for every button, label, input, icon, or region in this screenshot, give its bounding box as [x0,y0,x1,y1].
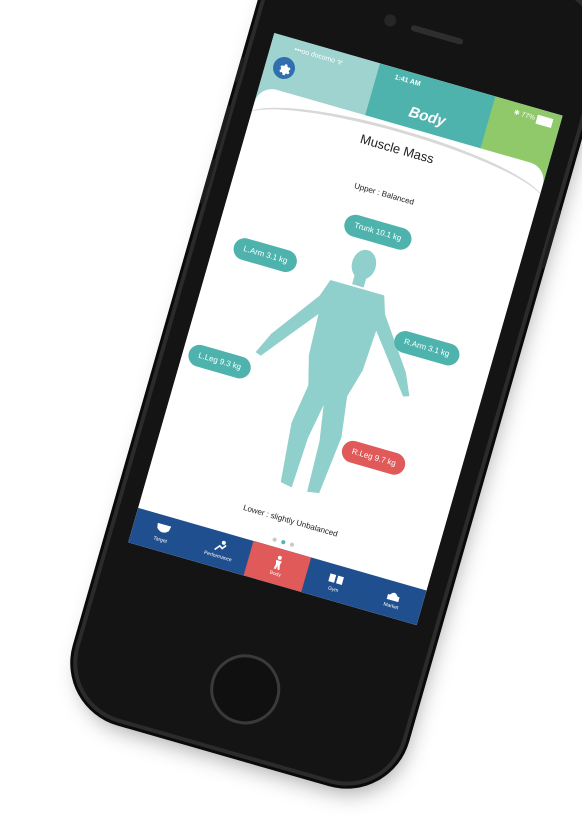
page-dot[interactable] [272,537,278,543]
performance-icon [214,540,227,551]
page-dot-active[interactable] [280,539,286,545]
tab-label: Performance [203,549,233,564]
phone: •••oo docomo ᯤ 1:41 AM ✱ 77% Body Muscle… [63,0,582,796]
body-icon [273,555,282,571]
app-screen: •••oo docomo ᯤ 1:41 AM ✱ 77% Body Muscle… [128,32,563,626]
status-time: 1:41 AM [393,74,422,89]
tab-label: Gym [327,585,340,595]
gear-icon [279,64,291,76]
tab-label: Body [268,569,282,579]
tab-label: Target [152,535,168,545]
